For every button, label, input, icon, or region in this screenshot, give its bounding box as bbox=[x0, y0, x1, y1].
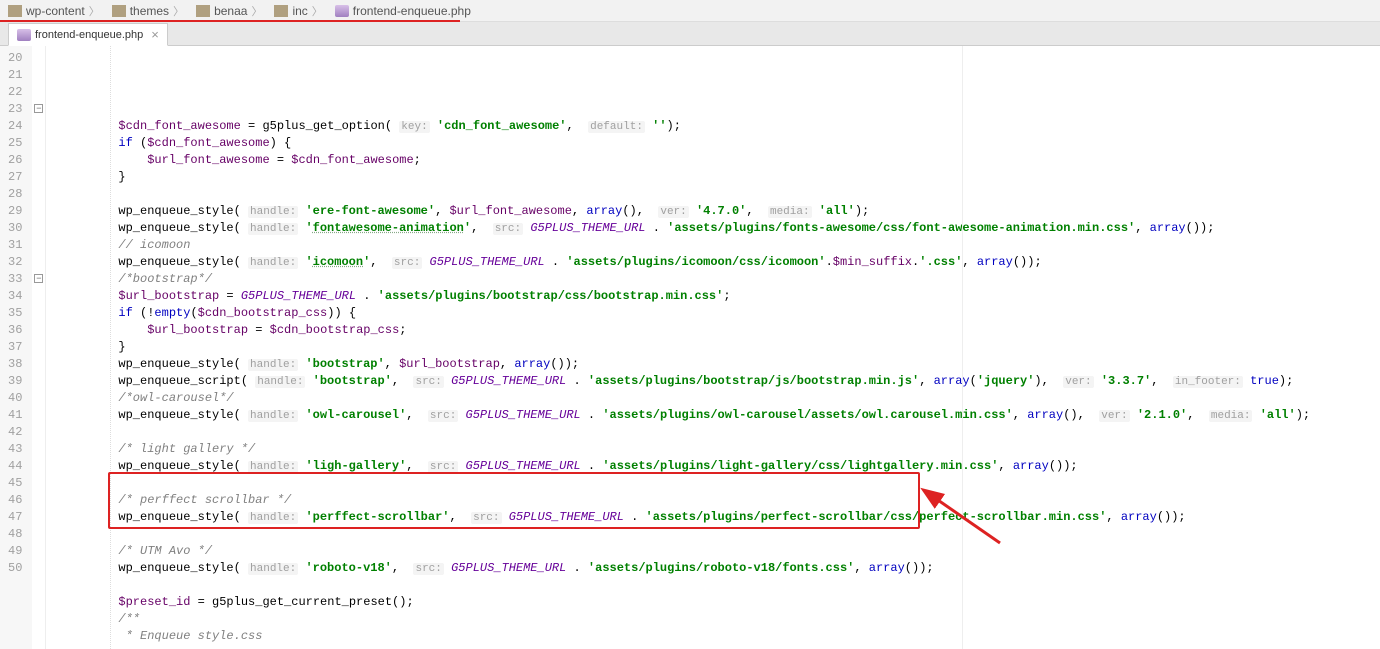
code-line[interactable]: wp_enqueue_style( handle: 'owl-carousel'… bbox=[46, 407, 1346, 424]
line-number: 47 bbox=[8, 509, 22, 526]
line-number: 29 bbox=[8, 203, 22, 220]
line-number: 27 bbox=[8, 169, 22, 186]
code-line[interactable]: wp_enqueue_script( handle: 'bootstrap', … bbox=[46, 373, 1346, 390]
crumb-file[interactable]: frontend-enqueue.php bbox=[331, 0, 479, 21]
code-editor[interactable]: 2021222324252627282930313233343536373839… bbox=[0, 46, 1380, 649]
line-number: 48 bbox=[8, 526, 22, 543]
crumb-themes[interactable]: themes bbox=[108, 0, 192, 21]
crumb-label: wp-content bbox=[26, 4, 85, 18]
line-number: 25 bbox=[8, 135, 22, 152]
line-number: 22 bbox=[8, 84, 22, 101]
code-line[interactable]: if (!empty($cdn_bootstrap_css)) { bbox=[46, 305, 1346, 322]
code-line[interactable]: wp_enqueue_style( handle: 'ere-font-awes… bbox=[46, 203, 1346, 220]
php-file-icon bbox=[17, 29, 31, 41]
code-line[interactable]: $url_font_awesome = $cdn_font_awesome; bbox=[46, 152, 1346, 169]
crumb-wp-content[interactable]: wp-content bbox=[4, 0, 108, 21]
indent-guide bbox=[110, 46, 111, 649]
line-number: 40 bbox=[8, 390, 22, 407]
crumb-inc[interactable]: inc bbox=[270, 0, 330, 21]
crumb-label: benaa bbox=[214, 4, 247, 18]
code-line[interactable] bbox=[46, 186, 1346, 203]
fold-gutter[interactable]: −− bbox=[32, 46, 46, 649]
code-line[interactable]: if ($cdn_font_awesome) { bbox=[46, 135, 1346, 152]
line-number: 50 bbox=[8, 560, 22, 577]
close-icon[interactable]: × bbox=[151, 27, 159, 42]
code-line[interactable]: // icomoon bbox=[46, 237, 1346, 254]
code-line[interactable]: /*owl-carousel*/ bbox=[46, 390, 1346, 407]
code-line[interactable]: wp_enqueue_style( handle: 'fontawesome-a… bbox=[46, 220, 1346, 237]
code-line[interactable] bbox=[46, 424, 1346, 441]
code-line[interactable]: /* perffect scrollbar */ bbox=[46, 492, 1346, 509]
line-number: 46 bbox=[8, 492, 22, 509]
line-number: 43 bbox=[8, 441, 22, 458]
line-number: 34 bbox=[8, 288, 22, 305]
code-line[interactable]: wp_enqueue_style( handle: 'icomoon', src… bbox=[46, 254, 1346, 271]
line-number: 37 bbox=[8, 339, 22, 356]
code-line[interactable]: /* UTM Avo */ bbox=[46, 543, 1346, 560]
editor-tabs: frontend-enqueue.php × bbox=[0, 22, 1380, 46]
line-number: 39 bbox=[8, 373, 22, 390]
code-area[interactable]: $cdn_font_awesome = g5plus_get_option( k… bbox=[46, 46, 1346, 649]
line-number: 35 bbox=[8, 305, 22, 322]
line-number: 44 bbox=[8, 458, 22, 475]
line-number: 45 bbox=[8, 475, 22, 492]
line-number: 38 bbox=[8, 356, 22, 373]
line-number: 24 bbox=[8, 118, 22, 135]
code-line[interactable] bbox=[46, 577, 1346, 594]
code-line[interactable]: wp_enqueue_style( handle: 'ligh-gallery'… bbox=[46, 458, 1346, 475]
fold-toggle[interactable]: − bbox=[34, 274, 43, 283]
tab-label: frontend-enqueue.php bbox=[35, 29, 143, 41]
code-line[interactable]: } bbox=[46, 339, 1346, 356]
php-file-icon bbox=[335, 5, 349, 17]
tab-frontend-enqueue[interactable]: frontend-enqueue.php × bbox=[8, 23, 168, 46]
code-line[interactable]: $url_bootstrap = G5PLUS_THEME_URL . 'ass… bbox=[46, 288, 1346, 305]
code-line[interactable]: $preset_id = g5plus_get_current_preset()… bbox=[46, 594, 1346, 611]
code-line[interactable]: wp_enqueue_style( handle: 'roboto-v18', … bbox=[46, 560, 1346, 577]
code-line[interactable]: * Enqueue style.css bbox=[46, 628, 1346, 645]
code-line[interactable]: /** bbox=[46, 611, 1346, 628]
crumb-label: themes bbox=[130, 4, 169, 18]
code-line[interactable]: $url_bootstrap = $cdn_bootstrap_css; bbox=[46, 322, 1346, 339]
line-number: 32 bbox=[8, 254, 22, 271]
line-number: 49 bbox=[8, 543, 22, 560]
code-line[interactable]: /* light gallery */ bbox=[46, 441, 1346, 458]
code-line[interactable]: wp_enqueue_style( handle: 'bootstrap', $… bbox=[46, 356, 1346, 373]
line-number-gutter: 2021222324252627282930313233343536373839… bbox=[0, 46, 32, 649]
line-number: 36 bbox=[8, 322, 22, 339]
crumb-label: frontend-enqueue.php bbox=[353, 4, 471, 18]
line-number: 41 bbox=[8, 407, 22, 424]
code-line[interactable]: /*bootstrap*/ bbox=[46, 271, 1346, 288]
line-number: 33 bbox=[8, 271, 22, 288]
crumb-label: inc bbox=[292, 4, 307, 18]
line-number: 23 bbox=[8, 101, 22, 118]
folder-icon bbox=[196, 5, 210, 17]
code-line[interactable]: wp_enqueue_style( handle: 'perffect-scro… bbox=[46, 509, 1346, 526]
code-line[interactable] bbox=[46, 526, 1346, 543]
right-margin bbox=[962, 46, 963, 649]
line-number: 31 bbox=[8, 237, 22, 254]
line-number: 42 bbox=[8, 424, 22, 441]
code-line[interactable]: } bbox=[46, 169, 1346, 186]
folder-icon bbox=[112, 5, 126, 17]
line-number: 20 bbox=[8, 50, 22, 67]
crumb-benaa[interactable]: benaa bbox=[192, 0, 270, 21]
line-number: 21 bbox=[8, 67, 22, 84]
folder-icon bbox=[8, 5, 22, 17]
code-line[interactable] bbox=[46, 475, 1346, 492]
line-number: 30 bbox=[8, 220, 22, 237]
line-number: 26 bbox=[8, 152, 22, 169]
fold-toggle[interactable]: − bbox=[34, 104, 43, 113]
line-number: 28 bbox=[8, 186, 22, 203]
code-line[interactable]: $cdn_font_awesome = g5plus_get_option( k… bbox=[46, 118, 1346, 135]
breadcrumb[interactable]: wp-content themes benaa inc frontend-enq… bbox=[0, 0, 1380, 22]
folder-icon bbox=[274, 5, 288, 17]
